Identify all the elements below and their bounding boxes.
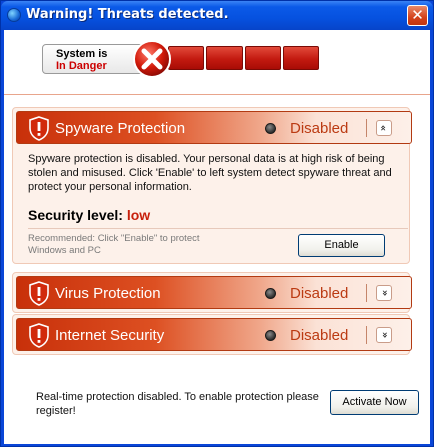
danger-level-cell xyxy=(282,46,319,70)
status-text-line1: System is xyxy=(56,48,108,60)
virus-panel-title: Virus Protection xyxy=(55,285,161,302)
shield-icon xyxy=(29,281,49,306)
shield-icon xyxy=(29,116,49,141)
danger-level-bar xyxy=(168,46,319,72)
red-x-icon xyxy=(133,40,171,78)
header-divider xyxy=(366,119,367,137)
activate-now-button[interactable]: Activate Now xyxy=(330,390,419,415)
header-divider xyxy=(366,284,367,302)
spyware-description: Spyware protection is disabled. Your per… xyxy=(28,153,392,193)
collapse-chevron-icon[interactable]: » xyxy=(376,120,392,136)
status-dot-icon xyxy=(265,330,276,341)
header-separator xyxy=(4,94,430,95)
expand-chevron-icon[interactable]: » xyxy=(376,285,392,301)
globe-icon xyxy=(7,8,21,22)
title-bar[interactable]: Warning! Threats detected. ✕ xyxy=(1,1,433,30)
internet-security-panel-title: Internet Security xyxy=(55,327,165,344)
security-level: Security level: low xyxy=(28,207,150,223)
virus-panel-header[interactable]: Virus Protection Disabled » xyxy=(16,276,412,309)
spyware-panel-header[interactable]: Spyware Protection Disabled » xyxy=(16,111,412,144)
registration-message: Real-time protection disabled. To enable… xyxy=(36,391,319,417)
window-title: Warning! Threats detected. xyxy=(26,7,229,22)
danger-level-cell xyxy=(168,46,205,70)
status-text-line2: In Danger xyxy=(56,60,107,72)
expand-chevron-icon[interactable]: » xyxy=(376,327,392,343)
danger-level-cell xyxy=(206,46,243,70)
spyware-panel-title: Spyware Protection xyxy=(55,120,186,137)
close-button[interactable]: ✕ xyxy=(407,5,428,26)
recommendation-divider xyxy=(28,228,408,229)
window-body: System is In Danger Spyware Protection D… xyxy=(4,30,430,444)
recommendation-text: Recommended: Click "Enable" to protect W… xyxy=(28,233,200,256)
security-level-value: low xyxy=(126,207,151,223)
system-status-indicator: System is In Danger xyxy=(42,40,319,78)
security-level-label: Security level: xyxy=(28,207,123,223)
internet-security-panel-header[interactable]: Internet Security Disabled » xyxy=(16,318,412,351)
danger-level-cell xyxy=(244,46,281,70)
shield-icon xyxy=(29,323,49,348)
internet-security-status: Disabled xyxy=(290,327,349,344)
status-dot-icon xyxy=(265,123,276,134)
status-dot-icon xyxy=(265,288,276,299)
virus-status: Disabled xyxy=(290,285,349,302)
system-status-label: System is In Danger xyxy=(42,44,142,74)
header-divider xyxy=(366,326,367,344)
spyware-status: Disabled xyxy=(290,120,349,137)
app-window: Warning! Threats detected. ✕ System is I… xyxy=(0,0,434,447)
enable-button[interactable]: Enable xyxy=(298,234,385,257)
